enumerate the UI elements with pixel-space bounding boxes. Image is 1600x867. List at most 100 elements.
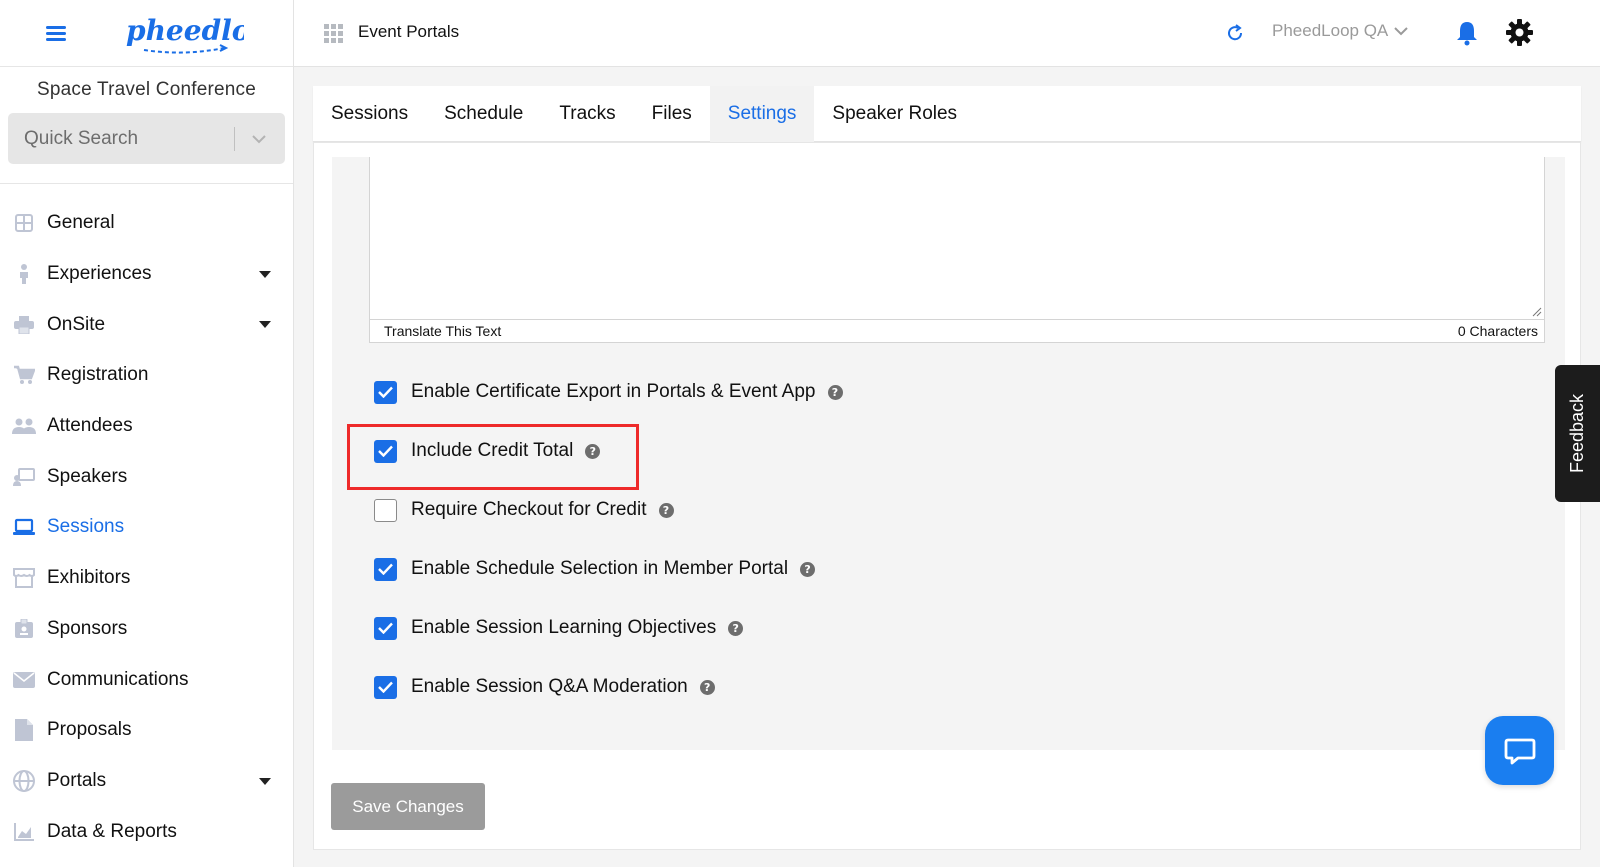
help-icon[interactable]: ?	[800, 561, 816, 577]
caret-down-icon	[259, 777, 271, 785]
storefront-icon	[12, 566, 36, 590]
refresh-icon[interactable]	[1224, 22, 1246, 44]
page-title: Event Portals	[358, 22, 460, 41]
sidebar-item-experiences[interactable]: Experiences	[0, 249, 293, 300]
pheedloop-logo[interactable]: pheedloop	[124, 10, 244, 56]
sidebar-item-label: Exhibitors	[47, 567, 131, 589]
help-icon[interactable]: ?	[827, 384, 843, 400]
option-label: Enable Session Learning Objectives	[411, 617, 717, 638]
quick-search-placeholder: Quick Search	[24, 127, 139, 149]
help-icon[interactable]: ?	[728, 620, 744, 636]
sidebar-item-label: Communications	[47, 668, 189, 690]
person-icon	[12, 262, 36, 286]
people-icon	[12, 414, 36, 438]
grid-icon	[12, 211, 36, 235]
tab-schedule[interactable]: Schedule	[426, 86, 541, 142]
option-qa-moderation[interactable]: Enable Session Q&A Moderation ?	[374, 672, 715, 702]
sidebar-item-label: Sponsors	[47, 617, 128, 639]
sidebar-item-label: Portals	[47, 769, 107, 791]
feedback-label: Feedback	[1567, 393, 1587, 474]
sidebar-item-exhibitors[interactable]: Exhibitors	[0, 553, 293, 604]
chat-bubble-icon	[1504, 738, 1535, 764]
option-learning-objectives[interactable]: Enable Session Learning Objectives ?	[374, 613, 744, 643]
sidebar-item-portals[interactable]: Portals	[0, 756, 293, 807]
sidebar-item-label: Speakers	[47, 465, 128, 487]
sidebar-item-label: Registration	[47, 364, 149, 386]
tab-sessions[interactable]: Sessions	[313, 86, 426, 142]
checkbox-checked[interactable]	[374, 557, 397, 581]
checkbox-checked[interactable]	[374, 675, 397, 699]
option-label: Enable Certificate Export in Portals & E…	[411, 381, 816, 402]
help-icon[interactable]: ?	[658, 502, 674, 518]
envelope-icon	[12, 668, 36, 692]
laptop-icon	[12, 515, 36, 539]
character-count: 0 Characters	[1457, 323, 1538, 339]
settings-card: Translate This Text 0 Characters Enable …	[313, 142, 1581, 850]
feedback-tab[interactable]: Feedback	[1555, 365, 1600, 502]
caret-down-icon	[259, 321, 271, 329]
option-require-checkout[interactable]: Require Checkout for Credit ?	[374, 495, 674, 525]
resize-handle-icon[interactable]	[1532, 307, 1542, 317]
sidebar-nav: General Experiences OnSite Registration …	[0, 198, 293, 857]
checkbox-checked[interactable]	[374, 380, 397, 404]
option-label: Include Credit Total	[411, 440, 574, 461]
sidebar-item-data-reports[interactable]: Data & Reports	[0, 806, 293, 857]
badge-icon	[12, 617, 36, 641]
sidebar-item-attendees[interactable]: Attendees	[0, 401, 293, 452]
tab-settings[interactable]: Settings	[709, 86, 815, 142]
sidebar-item-onsite[interactable]: OnSite	[0, 299, 293, 350]
logo-bar: pheedloop	[0, 0, 293, 67]
tab-tracks[interactable]: Tracks	[541, 86, 633, 142]
checkbox-checked[interactable]	[374, 616, 397, 640]
translate-link[interactable]: Translate This Text	[384, 323, 501, 339]
text-editor[interactable]	[369, 157, 1545, 320]
sidebar-item-registration[interactable]: Registration	[0, 350, 293, 401]
sidebar: pheedloop Space Travel Conference Quick …	[0, 0, 294, 867]
globe-icon	[12, 769, 36, 793]
checkbox-checked[interactable]	[374, 439, 397, 463]
save-changes-button[interactable]: Save Changes	[331, 783, 485, 830]
document-icon	[12, 718, 36, 742]
tab-speaker-roles[interactable]: Speaker Roles	[814, 86, 975, 142]
sidebar-item-label: Attendees	[47, 415, 133, 437]
sidebar-item-speakers[interactable]: Speakers	[0, 451, 293, 502]
tab-files[interactable]: Files	[634, 86, 710, 142]
top-bar: Event Portals PheedLoop QA	[294, 0, 1600, 67]
hamburger-menu-icon[interactable]	[46, 24, 66, 42]
chevron-down-icon	[252, 134, 266, 143]
chat-launcher-button[interactable]	[1485, 716, 1554, 785]
sidebar-item-communications[interactable]: Communications	[0, 654, 293, 705]
settings-gear-icon[interactable]	[1506, 19, 1533, 46]
sidebar-item-label: Data & Reports	[47, 820, 177, 842]
sidebar-item-label: Sessions	[47, 516, 125, 538]
organization-select[interactable]: PheedLoop QA	[1272, 21, 1408, 41]
bar-chart-icon	[12, 820, 36, 844]
sidebar-item-proposals[interactable]: Proposals	[0, 705, 293, 756]
presenter-icon	[12, 465, 36, 489]
tab-bar: Sessions Schedule Tracks Files Settings …	[313, 86, 1581, 142]
sidebar-item-label: General	[47, 212, 115, 234]
option-label: Require Checkout for Credit	[411, 499, 647, 520]
divider	[0, 183, 293, 184]
option-label: Enable Schedule Selection in Member Port…	[411, 558, 789, 579]
sidebar-item-general[interactable]: General	[0, 198, 293, 249]
option-certificate-export[interactable]: Enable Certificate Export in Portals & E…	[374, 377, 843, 407]
apps-grid-icon[interactable]	[324, 24, 343, 43]
sidebar-item-label: OnSite	[47, 313, 106, 335]
settings-panel: Translate This Text 0 Characters Enable …	[332, 157, 1565, 750]
checkbox-unchecked[interactable]	[374, 498, 397, 522]
sidebar-item-sponsors[interactable]: Sponsors	[0, 604, 293, 655]
option-label: Enable Session Q&A Moderation	[411, 676, 688, 697]
notification-bell-icon[interactable]	[1455, 20, 1479, 46]
help-icon[interactable]: ?	[699, 679, 715, 695]
organization-name: PheedLoop QA	[1272, 21, 1389, 40]
svg-text:pheedloop: pheedloop	[126, 14, 244, 47]
quick-search-select[interactable]: Quick Search	[8, 113, 285, 164]
cart-icon	[12, 363, 36, 387]
sidebar-item-sessions[interactable]: Sessions	[0, 502, 293, 553]
conference-name: Space Travel Conference	[37, 79, 256, 100]
caret-down-icon	[259, 270, 271, 278]
option-schedule-selection[interactable]: Enable Schedule Selection in Member Port…	[374, 554, 816, 584]
help-icon[interactable]: ?	[585, 443, 601, 459]
option-include-credit-total[interactable]: Include Credit Total ?	[374, 436, 601, 466]
